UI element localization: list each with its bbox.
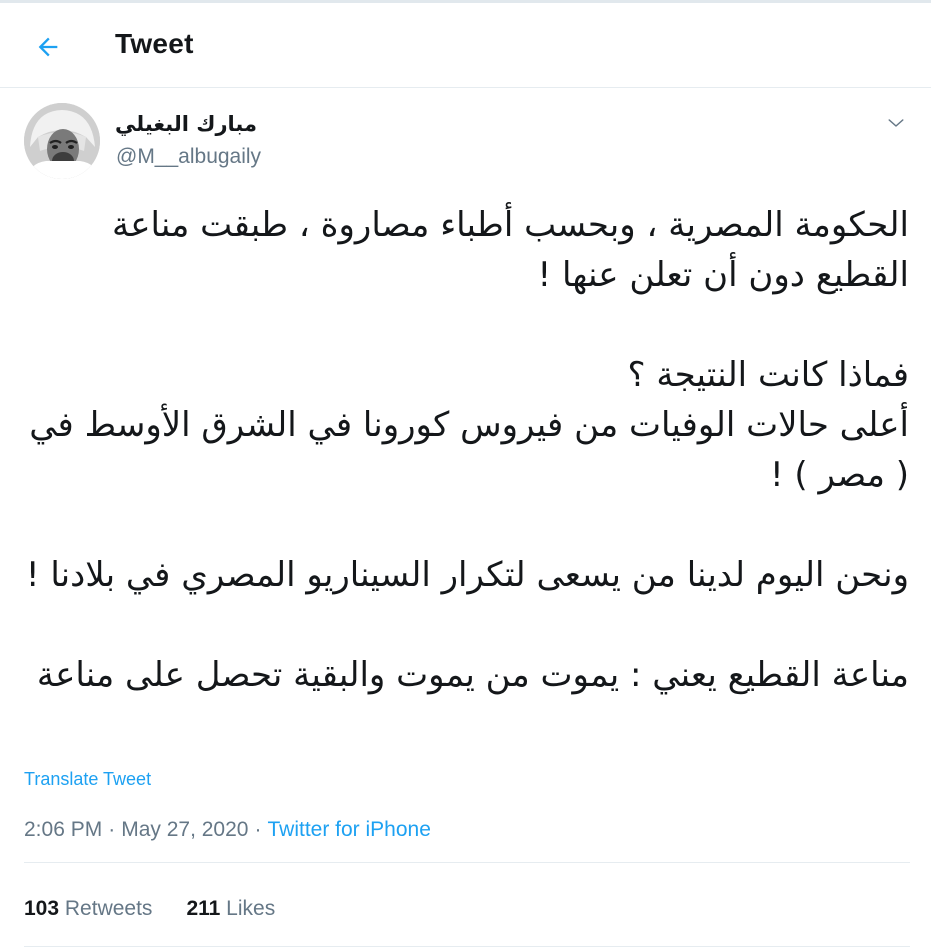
meta-separator: · [254, 818, 262, 841]
tweet-paragraph: فماذا كانت النتيجة ؟ أعلى حالات الوفيات … [29, 355, 909, 495]
divider [24, 946, 910, 947]
retweets-count: 103 [24, 897, 60, 920]
tweet-source-link[interactable]: Twitter for iPhone [267, 818, 430, 841]
author-name[interactable]: مبارك البغيلي [115, 112, 257, 136]
user-avatar-icon [24, 103, 100, 179]
tweet-meta: 2:06 PM · May 27, 2020 · Twitter for iPhone [24, 818, 431, 842]
arrow-left-icon [38, 37, 58, 57]
likes-label: Likes [226, 897, 276, 920]
translate-tweet-link[interactable]: Translate Tweet [24, 769, 151, 790]
likes-count: 211 [186, 897, 221, 920]
tweet-stats: 103 Retweets 211 Likes [24, 897, 275, 921]
tweet-time[interactable]: 2:06 PM [24, 818, 102, 841]
page-header: Tweet [0, 3, 931, 88]
tweet-paragraph: ونحن اليوم لدينا من يسعى لتكرار السيناري… [25, 555, 909, 595]
tweet-date[interactable]: May 27, 2020 [121, 818, 248, 841]
author-handle[interactable]: @M__albugaily [116, 145, 261, 169]
retweets-label: Retweets [64, 897, 153, 920]
tweet-paragraph: الحكومة المصرية ، وبحسب أطباء مصاروة ، ط… [112, 205, 909, 295]
more-options-button[interactable] [883, 110, 909, 136]
tweet-paragraph: مناعة القطيع يعني : يموت من يموت والبقية… [36, 655, 909, 695]
avatar[interactable] [24, 103, 100, 179]
divider [24, 862, 910, 863]
likes-stat[interactable]: 211 Likes [186, 897, 275, 920]
back-button[interactable] [30, 29, 66, 65]
meta-separator: · [108, 818, 116, 841]
retweets-stat[interactable]: 103 Retweets [24, 897, 152, 920]
page-title: Tweet [115, 28, 194, 59]
chevron-down-icon [888, 119, 904, 127]
tweet-text: الحكومة المصرية ، وبحسب أطباء مصاروة ، ط… [22, 200, 909, 700]
